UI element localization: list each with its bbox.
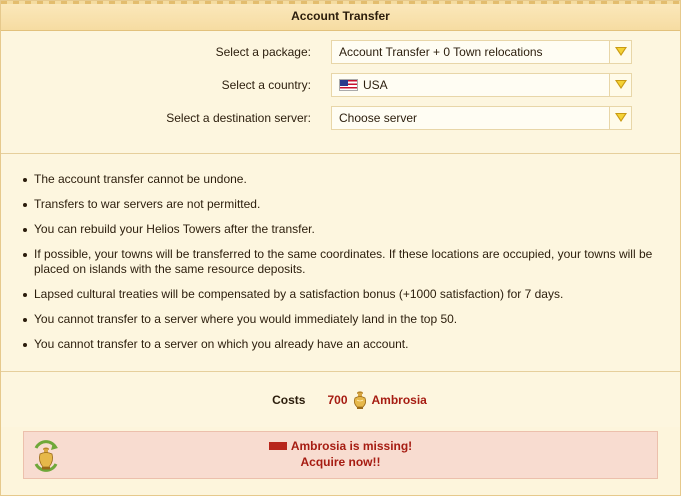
server-select[interactable]: Choose server — [331, 105, 632, 130]
rule-text: You cannot transfer to a server where yo… — [34, 312, 458, 326]
country-row: Select a country: USA — [1, 68, 680, 101]
account-transfer-window: Account Transfer Select a package: Accou… — [0, 0, 681, 496]
server-label: Select a destination server: — [166, 110, 311, 125]
rule-text: The account transfer cannot be undone. — [34, 172, 247, 186]
transfer-rules: The account transfer cannot be undone. T… — [1, 154, 680, 372]
chevron-down-icon[interactable] — [609, 40, 631, 63]
list-item: Lapsed cultural treaties will be compens… — [23, 287, 680, 302]
bullet-icon — [23, 203, 27, 207]
package-value: Account Transfer + 0 Town relocations — [339, 44, 543, 59]
window-title: Account Transfer — [291, 8, 390, 23]
bullet-icon — [23, 318, 27, 322]
missing-text-block: Ambrosia is missing! Acquire now!! — [24, 438, 657, 470]
list-item: If possible, your towns will be transfer… — [23, 247, 680, 277]
list-item: You can rebuild your Helios Towers after… — [23, 222, 680, 237]
usa-flag-icon — [339, 78, 358, 91]
ambrosia-icon — [351, 390, 369, 410]
rules-list: The account transfer cannot be undone. T… — [23, 172, 680, 352]
list-item: You cannot transfer to a server on which… — [23, 337, 680, 352]
list-item: The account transfer cannot be undone. — [23, 172, 680, 187]
rule-text: You can rebuild your Helios Towers after… — [34, 222, 315, 236]
bullet-icon — [23, 253, 27, 257]
costs-label: Costs — [272, 392, 306, 407]
package-label: Select a package: — [215, 44, 311, 59]
warning-bar-icon — [268, 442, 287, 450]
rule-text: If possible, your towns will be transfer… — [34, 247, 653, 276]
bullet-icon — [23, 178, 27, 182]
bullet-icon — [23, 343, 27, 347]
package-row: Select a package: Account Transfer + 0 T… — [1, 35, 680, 68]
server-value: Choose server — [339, 110, 418, 125]
country-value: USA — [363, 77, 388, 92]
bullet-icon — [23, 228, 27, 232]
transfer-form: Select a package: Account Transfer + 0 T… — [1, 31, 680, 154]
server-row: Select a destination server: Choose serv… — [1, 101, 680, 134]
window-title-bar: Account Transfer — [1, 1, 680, 31]
package-select[interactable]: Account Transfer + 0 Town relocations — [331, 39, 632, 64]
list-item: You cannot transfer to a server where yo… — [23, 312, 680, 327]
chevron-down-icon[interactable] — [609, 106, 631, 129]
missing-message-line: Ambrosia is missing! — [24, 438, 657, 454]
country-select[interactable]: USA — [331, 72, 632, 97]
list-item: Transfers to war servers are not permitt… — [23, 197, 680, 212]
costs-amount: 700 — [327, 392, 348, 407]
missing-message: Ambrosia is missing! — [290, 439, 413, 453]
acquire-line: Acquire now!! — [24, 454, 657, 470]
chevron-down-icon[interactable] — [609, 73, 631, 96]
costs-currency: Ambrosia — [371, 392, 427, 407]
costs-row: Costs 700 Ambrosia — [1, 372, 680, 427]
bullet-icon — [23, 293, 27, 297]
rule-text: Transfers to war servers are not permitt… — [34, 197, 261, 211]
rule-text: Lapsed cultural treaties will be compens… — [34, 287, 564, 301]
acquire-now-link[interactable]: Acquire now!! — [301, 455, 381, 469]
ambrosia-missing-banner: Ambrosia is missing! Acquire now!! — [23, 431, 658, 479]
rule-text: You cannot transfer to a server on which… — [34, 337, 409, 351]
country-label: Select a country: — [221, 77, 311, 92]
